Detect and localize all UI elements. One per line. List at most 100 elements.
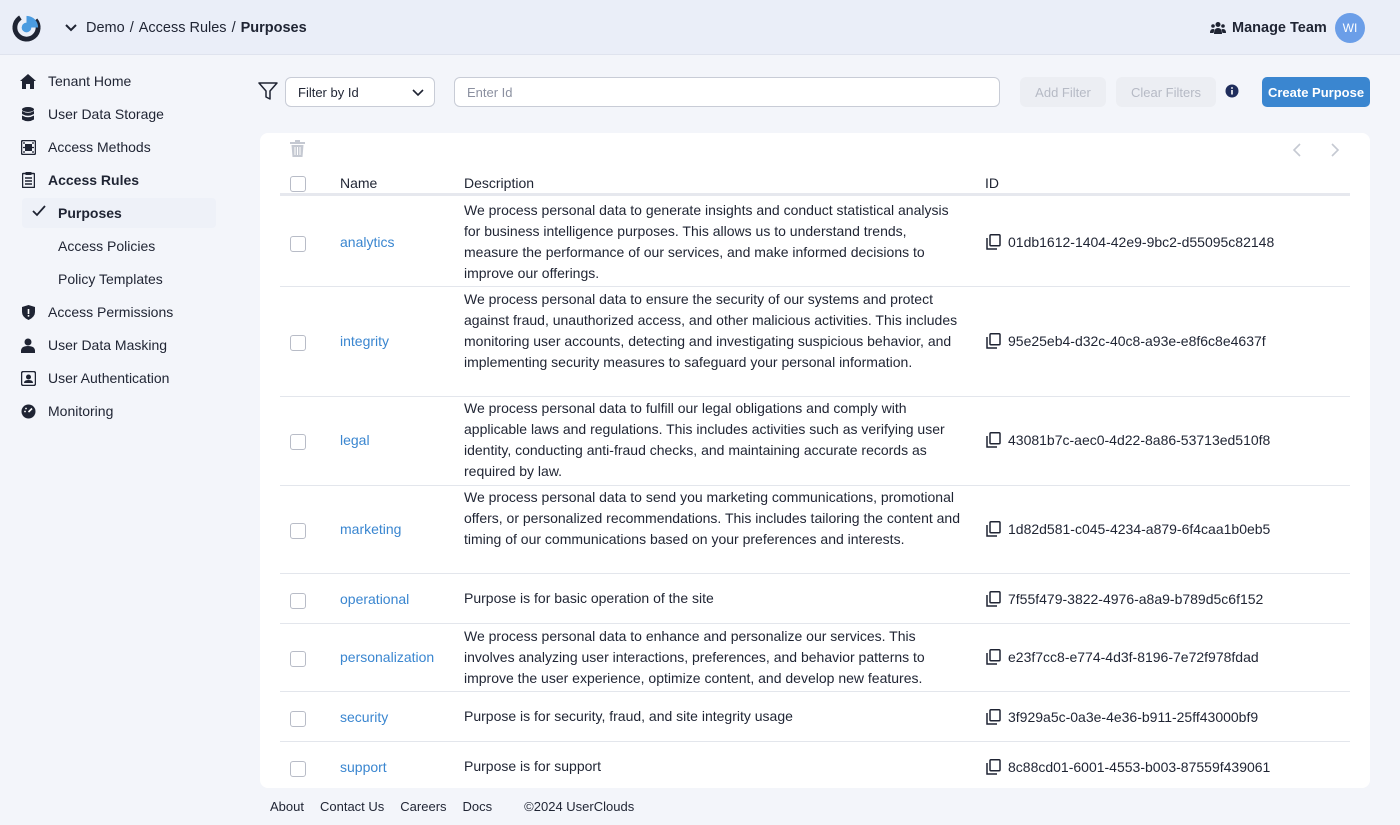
sidebar-item-label: Tenant Home [48,73,132,89]
copy-icon[interactable] [986,333,1001,349]
row-checkbox[interactable] [290,236,306,252]
row-checkbox[interactable] [290,651,306,667]
breadcrumb-current: Purposes [240,19,307,36]
copy-icon[interactable] [986,591,1001,607]
row-checkbox[interactable] [290,434,306,450]
row-checkbox[interactable] [290,335,306,351]
purpose-name-link[interactable]: support [340,759,387,775]
sidebar-subitem-label: Purposes [58,205,122,221]
add-filter-button[interactable]: Add Filter [1020,77,1106,107]
sidebar-item-user-data-storage[interactable]: User Data Storage [18,99,164,129]
purpose-id: 8c88cd01-6001-4553-b003-87559f439061 [1008,759,1271,775]
table-row: integrity We process personal data to en… [280,287,1350,397]
sidebar-subitem-access-policies[interactable]: Access Policies [58,231,155,261]
column-header-id[interactable]: ID [985,175,999,191]
filter-by-select[interactable]: Filter by Id [285,77,435,107]
team-icon [1210,21,1226,34]
sidebar-item-access-rules[interactable]: Access Rules [18,165,139,195]
table-row: security Purpose is for security, fraud,… [280,692,1350,742]
footer-link-docs[interactable]: Docs [463,799,493,814]
clear-filters-button[interactable]: Clear Filters [1116,77,1216,107]
sidebar-item-user-data-masking[interactable]: User Data Masking [18,330,167,360]
footer-link-careers[interactable]: Careers [400,799,446,814]
purpose-name-link[interactable]: personalization [340,649,434,665]
purpose-id-cell: 7f55f479-3822-4976-a8a9-b789d5c6f152 [986,591,1263,607]
table-row: personalization We process personal data… [280,624,1350,692]
home-icon [18,71,38,91]
check-icon [32,205,46,217]
table-row: legal We process personal data to fulfil… [280,397,1350,486]
purpose-description: We process personal data to fulfill our … [464,400,945,479]
purpose-id-cell: 43081b7c-aec0-4d22-8a86-53713ed510f8 [986,432,1270,448]
auth-icon [18,368,38,388]
purpose-name-link[interactable]: legal [340,432,370,448]
column-header-description[interactable]: Description [464,175,534,191]
purpose-id: e23f7cc8-e774-4d3f-8196-7e72f978fdad [1008,649,1259,665]
copy-icon[interactable] [986,759,1001,775]
purpose-id: 43081b7c-aec0-4d22-8a86-53713ed510f8 [1008,432,1271,448]
copy-icon[interactable] [986,709,1001,725]
manage-team-button[interactable]: Manage Team [1210,0,1327,55]
breadcrumb-section[interactable]: Access Rules [139,20,227,36]
purpose-description: We process personal data to enhance and … [464,628,925,686]
column-header-name[interactable]: Name [340,175,377,191]
copy-icon[interactable] [986,234,1001,250]
sidebar-subitem-purposes[interactable]: Purposes [22,198,216,228]
purpose-id-cell: e23f7cc8-e774-4d3f-8196-7e72f978fdad [986,649,1259,665]
copy-icon[interactable] [986,521,1001,537]
footer-copyright: ©2024 UserClouds [524,798,635,814]
purpose-id-cell: 8c88cd01-6001-4553-b003-87559f439061 [986,759,1270,775]
database-icon [18,104,38,124]
filter-icon [258,82,278,100]
breadcrumb-tenant[interactable]: Demo [86,20,125,36]
select-all-checkbox[interactable] [290,176,306,192]
purpose-name-link[interactable]: analytics [340,234,394,250]
purpose-id-cell: 01db1612-1404-42e9-9bc2-d55095c82148 [986,234,1274,250]
trash-icon[interactable] [290,140,305,157]
row-checkbox[interactable] [290,523,306,539]
usercloud-logo[interactable] [11,12,42,43]
purpose-name-link[interactable]: security [340,709,388,725]
sidebar-item-monitoring[interactable]: Monitoring [18,396,113,426]
row-checkbox[interactable] [290,761,306,777]
purposes-table-card: Name Description ID analytics We process… [260,133,1370,788]
chevron-right-icon[interactable] [1328,142,1342,158]
copy-icon[interactable] [986,432,1001,448]
sidebar-item-access-permissions[interactable]: Access Permissions [18,297,173,327]
sidebar-item-user-authentication[interactable]: User Authentication [18,363,169,393]
sidebar-subitem-label: Policy Templates [58,271,163,287]
chevron-down-icon[interactable] [62,19,80,37]
purpose-name-link[interactable]: integrity [340,333,389,349]
top-header: Demo / Access Rules / Purposes Manage Te… [0,0,1400,55]
filter-id-input[interactable] [454,77,1000,107]
sidebar-item-tenant-home[interactable]: Tenant Home [18,66,131,96]
create-purpose-button[interactable]: Create Purpose [1262,77,1370,107]
purpose-id-cell: 3f929a5c-0a3e-4e36-b911-25ff43000bf9 [986,709,1258,725]
purpose-id: 3f929a5c-0a3e-4e36-b911-25ff43000bf9 [1008,709,1259,725]
info-icon[interactable] [1225,84,1239,98]
purpose-description: Purpose is for security, fraud, and site… [464,708,793,724]
purpose-id-cell: 1d82d581-c045-4234-a879-6f4caa1b0eb5 [986,521,1270,537]
sidebar-item-label: User Data Masking [48,337,168,353]
sidebar-subitem-policy-templates[interactable]: Policy Templates [58,264,163,294]
purpose-name-link[interactable]: operational [340,591,409,607]
sidebar-item-label: Monitoring [48,403,114,419]
chip-icon [18,137,38,157]
purpose-id: 7f55f479-3822-4976-a8a9-b789d5c6f152 [1008,591,1264,607]
purpose-id: 01db1612-1404-42e9-9bc2-d55095c82148 [1008,234,1275,250]
sidebar-item-label: Access Permissions [48,304,174,320]
manage-team-label: Manage Team [1232,19,1327,36]
row-checkbox[interactable] [290,593,306,609]
sidebar-item-access-methods[interactable]: Access Methods [18,132,151,162]
avatar[interactable]: WI [1335,13,1365,43]
footer-link-about[interactable]: About [270,799,304,814]
footer-link-contact-us[interactable]: Contact Us [320,799,384,814]
sidebar-item-label: Access Methods [48,139,151,155]
copy-icon[interactable] [986,649,1001,665]
table-header: Name Description ID [280,169,1350,196]
purpose-description: We process personal data to ensure the s… [464,291,958,370]
footer: About Contact Us Careers Docs ©2024 User… [270,796,650,816]
chevron-left-icon[interactable] [1290,142,1304,158]
purpose-name-link[interactable]: marketing [340,521,401,537]
row-checkbox[interactable] [290,711,306,727]
